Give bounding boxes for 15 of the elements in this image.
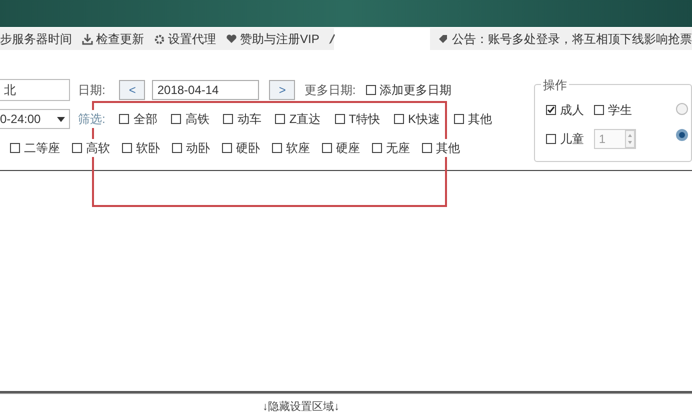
date-field[interactable]: 2018-04-14	[152, 80, 260, 100]
toolbar-item[interactable]: 设置代理	[168, 30, 216, 48]
more-dates-label: 更多日期:	[304, 82, 356, 99]
station-field[interactable]: 北	[0, 79, 70, 101]
previous-date-button[interactable]: <	[119, 80, 146, 100]
time-select[interactable]: 0-24:00	[0, 109, 70, 129]
toolbar-item[interactable]: 赞助与注册VIP	[240, 30, 320, 48]
date-label: 日期:	[78, 82, 106, 99]
notice-text: 公告：账号多处登录，将互相顶下线影响抢票	[452, 31, 692, 48]
next-date-button[interactable]: >	[269, 80, 296, 100]
filter-label: 筛选:	[78, 110, 106, 128]
group-title: 操作	[540, 76, 569, 94]
hide-settings-link[interactable]: ↓隐藏设置区域↓	[262, 399, 340, 413]
toolbar-item[interactable]: 检查更新	[96, 30, 144, 48]
toolbar-item[interactable]: 步服务器时间	[0, 30, 72, 48]
